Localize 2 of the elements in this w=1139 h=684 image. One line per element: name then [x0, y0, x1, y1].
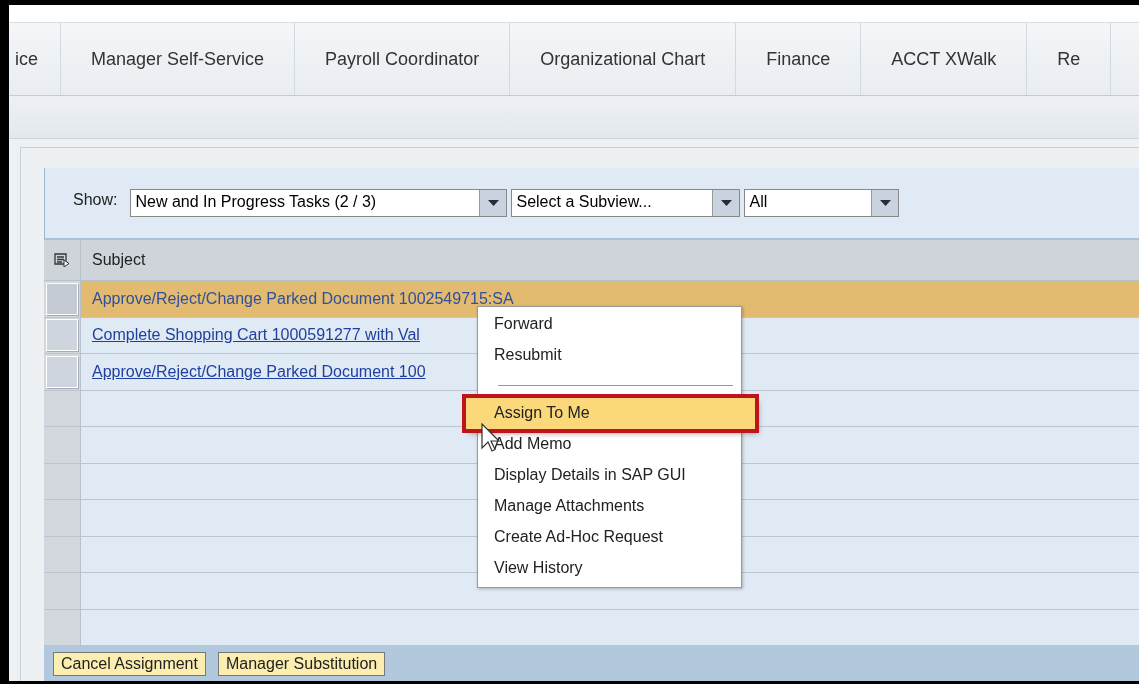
- show-label: Show:: [73, 191, 118, 209]
- task-subject: Approve/Reject/Change Parked Document 1002549715:SA: [92, 289, 514, 308]
